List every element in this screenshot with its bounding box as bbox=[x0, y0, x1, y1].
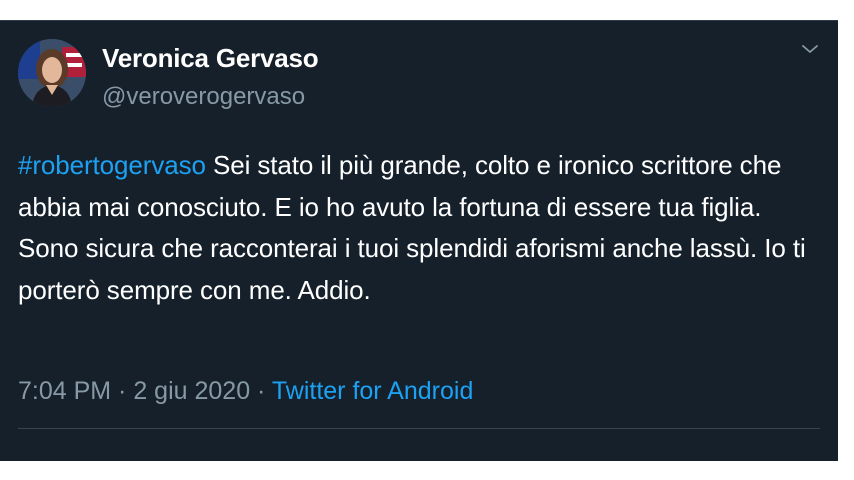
meta-separator: · bbox=[111, 377, 134, 405]
hashtag-link[interactable]: #robertogervaso bbox=[18, 150, 206, 180]
profile-photo-icon bbox=[18, 39, 86, 107]
tweet-date[interactable]: 2 giu 2020 bbox=[133, 377, 250, 405]
tweet-source-link[interactable]: Twitter for Android bbox=[272, 377, 473, 405]
divider bbox=[18, 428, 820, 429]
author-handle[interactable]: @veroverogervaso bbox=[102, 83, 305, 111]
meta-separator: · bbox=[250, 377, 272, 405]
tweet-card: Veronica Gervaso @veroverogervaso #rober… bbox=[0, 20, 838, 461]
chevron-down-icon[interactable] bbox=[798, 37, 822, 61]
author-display-name[interactable]: Veronica Gervaso bbox=[102, 43, 319, 74]
tweet-time[interactable]: 7:04 PM bbox=[18, 377, 111, 405]
tweet-metadata: 7:04 PM · 2 giu 2020 · Twitter for Andro… bbox=[18, 377, 473, 406]
author-avatar[interactable] bbox=[18, 39, 86, 107]
tweet-text: #robertogervaso Sei stato il più grande,… bbox=[18, 145, 818, 311]
